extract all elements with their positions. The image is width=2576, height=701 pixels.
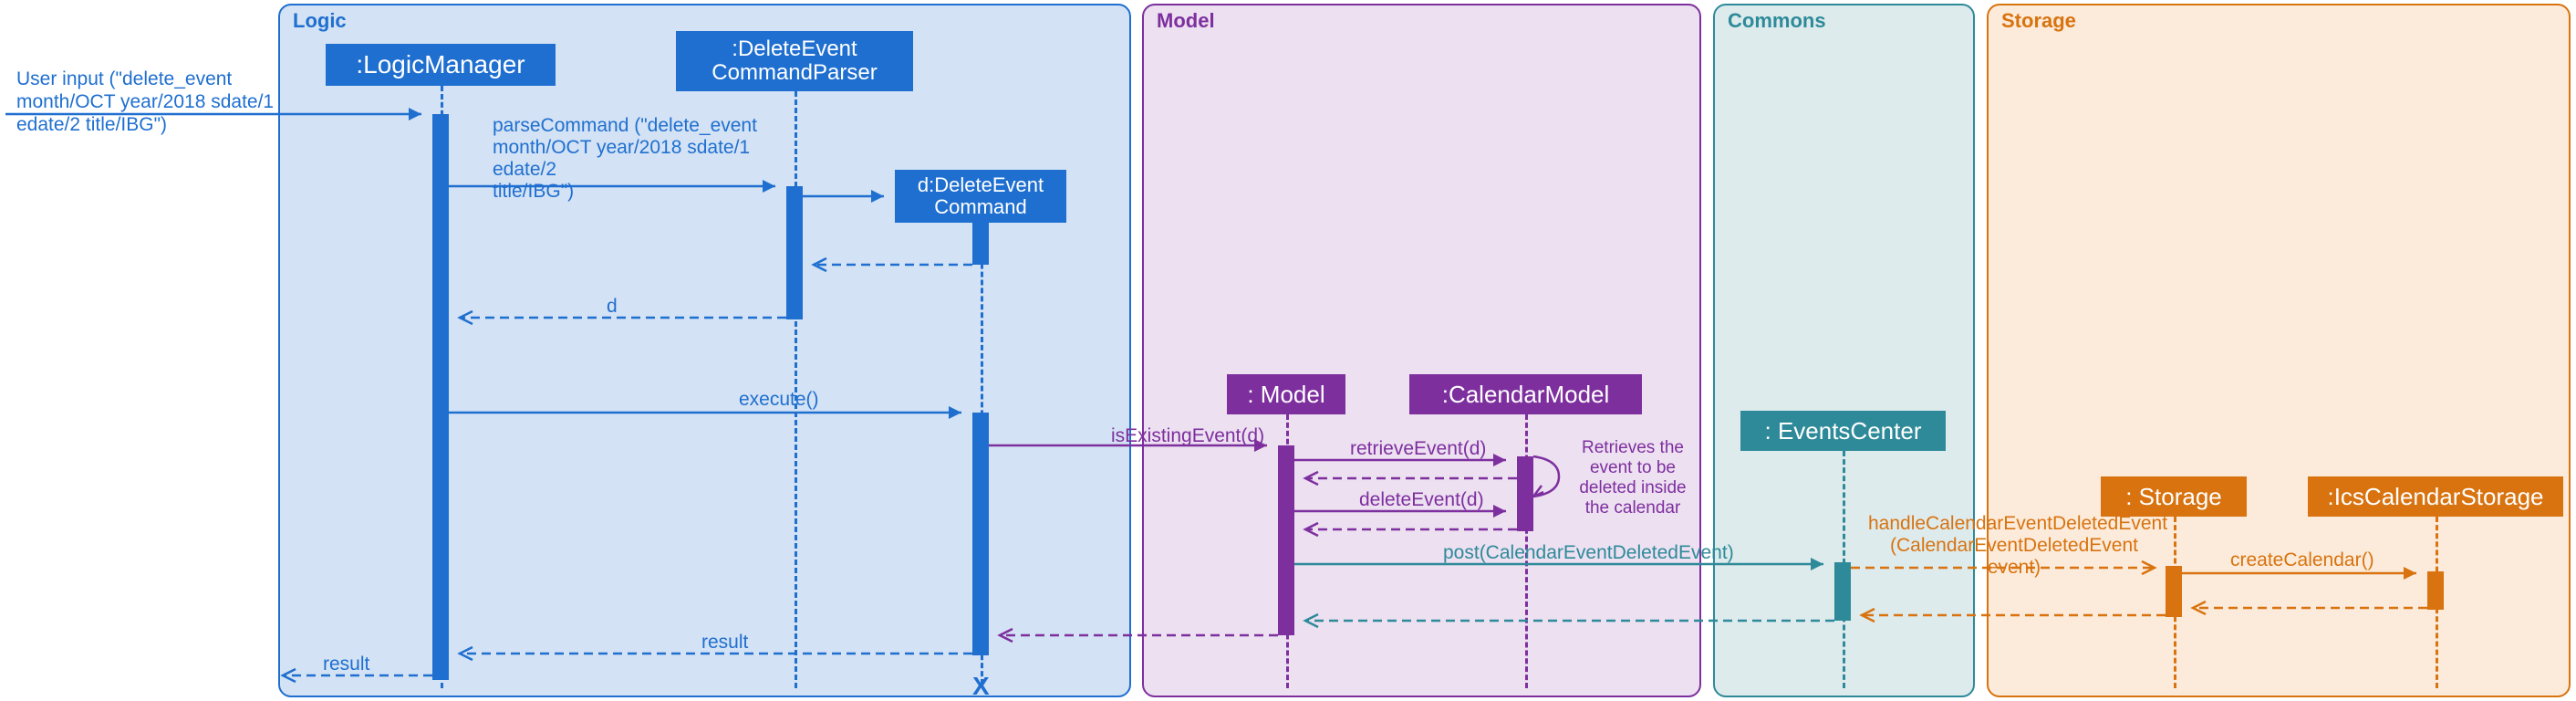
activation-events-center bbox=[1834, 562, 1851, 621]
msg-is-existing-event: isExistingEvent(d) bbox=[1111, 425, 1264, 447]
participant-ics-calendar-storage: :IcsCalendarStorage bbox=[2308, 476, 2563, 517]
participant-model: : Model bbox=[1227, 374, 1345, 414]
activation-ics-calendar-storage bbox=[2427, 571, 2444, 610]
participant-logic-manager: :LogicManager bbox=[326, 44, 556, 86]
activation-calendar-model bbox=[1517, 456, 1533, 531]
user-input-label: User input ("delete_event month/OCT year… bbox=[16, 68, 299, 137]
msg-result-2: result bbox=[323, 654, 369, 675]
msg-return-d: d bbox=[607, 296, 618, 318]
activation-model bbox=[1278, 445, 1294, 635]
activation-delete-event-command-2 bbox=[972, 413, 989, 655]
msg-execute: execute() bbox=[739, 389, 819, 411]
msg-create-calendar: createCalendar() bbox=[2230, 549, 2374, 571]
participant-events-center: : EventsCenter bbox=[1740, 411, 1946, 451]
activation-delete-event-command-parser bbox=[786, 186, 803, 319]
region-storage-label: Storage bbox=[2001, 9, 2076, 33]
region-logic: Logic bbox=[278, 4, 1131, 697]
participant-delete-event-command-parser: :DeleteEvent CommandParser bbox=[676, 31, 913, 91]
note-retrieve-event: Retrieves the event to be deleted inside… bbox=[1569, 438, 1697, 518]
msg-handle-event: handleCalendarEventDeletedEvent (Calenda… bbox=[1868, 513, 2160, 579]
participant-delete-event-command: d:DeleteEvent Command bbox=[895, 170, 1066, 223]
msg-retrieve-event: retrieveEvent(d) bbox=[1350, 438, 1486, 460]
activation-logic-manager bbox=[432, 114, 449, 680]
region-model: Model bbox=[1142, 4, 1701, 697]
activation-delete-event-command-1 bbox=[972, 223, 989, 265]
destroy-marker: X bbox=[972, 672, 990, 701]
msg-post: post(CalendarEventDeletedEvent) bbox=[1443, 542, 1734, 564]
region-commons-label: Commons bbox=[1728, 9, 1826, 33]
region-storage: Storage bbox=[1987, 4, 2571, 697]
participant-storage: : Storage bbox=[2101, 476, 2247, 517]
msg-parse-command: parseCommand ("delete_event month/OCT ye… bbox=[493, 115, 784, 204]
msg-delete-event: deleteEvent(d) bbox=[1359, 489, 1484, 511]
msg-result-1: result bbox=[701, 632, 748, 654]
participant-calendar-model: :CalendarModel bbox=[1409, 374, 1642, 414]
region-model-label: Model bbox=[1157, 9, 1215, 33]
activation-storage bbox=[2166, 566, 2182, 617]
region-logic-label: Logic bbox=[293, 9, 347, 33]
